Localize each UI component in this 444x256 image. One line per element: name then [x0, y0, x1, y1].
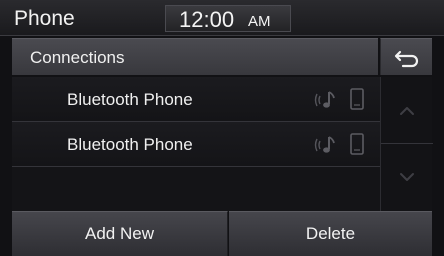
chevron-down-icon	[400, 173, 414, 181]
scroll-column	[380, 77, 433, 211]
phone-icon	[350, 133, 364, 155]
clock-ampm: AM	[248, 13, 271, 30]
add-new-button[interactable]: Add New	[12, 211, 228, 256]
scroll-down-button[interactable]	[381, 144, 433, 211]
device-name: Bluetooth Phone	[67, 135, 193, 154]
device-name: Bluetooth Phone	[67, 90, 193, 109]
delete-button[interactable]: Delete	[229, 211, 432, 256]
phone-icon	[350, 88, 364, 110]
status-bar: Phone 12:00 AM	[0, 0, 444, 36]
add-new-label: Add New	[85, 224, 154, 243]
clock: 12:00 AM	[165, 5, 291, 32]
bluetooth-audio-icon	[314, 91, 335, 108]
scroll-up-button[interactable]	[381, 77, 433, 144]
bluetooth-audio-icon	[314, 136, 335, 153]
back-arrow-icon	[394, 50, 419, 68]
list-item[interactable]: Bluetooth Phone	[12, 122, 380, 167]
back-button[interactable]	[380, 38, 432, 75]
status-title: Phone	[14, 7, 75, 30]
chevron-up-icon	[400, 107, 414, 115]
connections-header: Connections	[12, 38, 378, 75]
bottom-actions: Add New Delete	[12, 211, 432, 256]
phone-connections-screen: Phone 12:00 AM Connections Bluetooth Pho…	[0, 0, 444, 256]
clock-time: 12:00	[179, 7, 235, 32]
empty-list-slot	[12, 167, 380, 211]
delete-label: Delete	[305, 224, 356, 243]
page-title: Connections	[30, 48, 125, 67]
list-item[interactable]: Bluetooth Phone	[12, 77, 380, 122]
device-list: Bluetooth Phone Bluetooth Phone	[12, 77, 380, 211]
